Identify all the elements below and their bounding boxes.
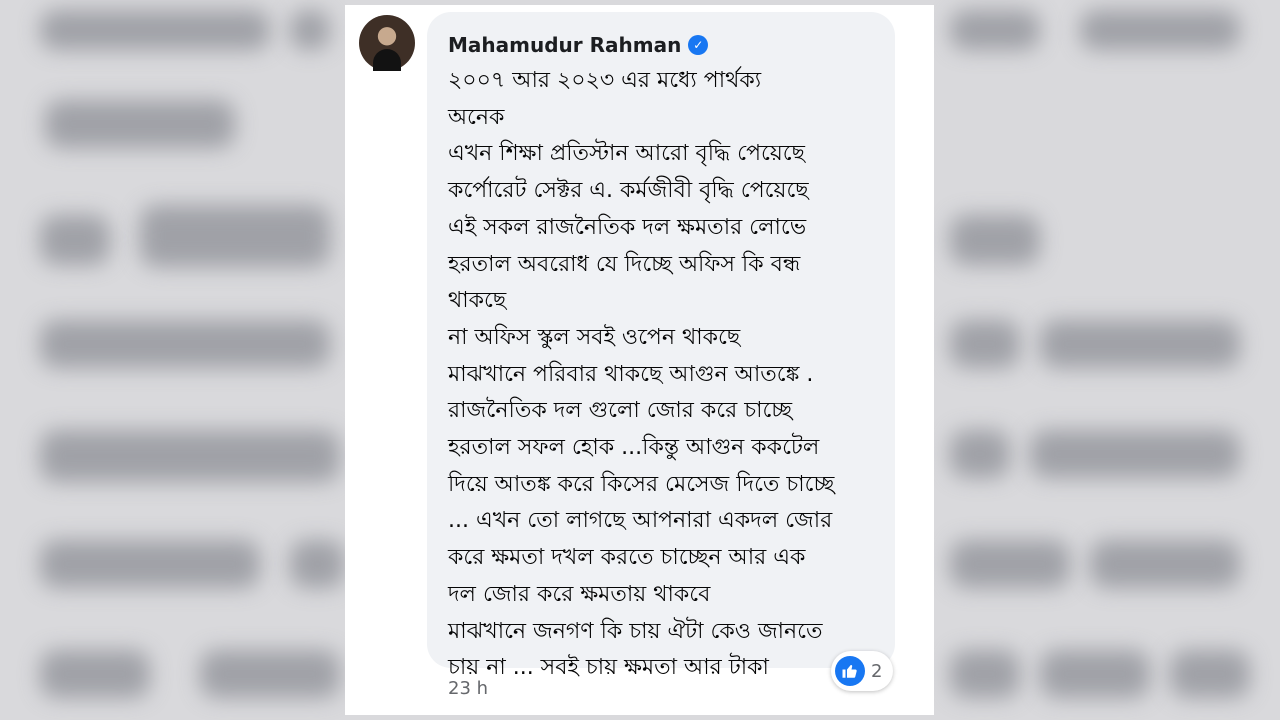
comment-line: রাজনৈতিক দল গুলো জোর করে চাচ্ছে [448,398,793,424]
comment-line: মাঝখানে পরিবার থাকছে আগুন আতঙ্কে . [448,361,814,387]
reaction-summary[interactable]: 2 [831,651,893,691]
comment-line: ২০০৭ আর ২০২৩ এর মধ্যে পার্থক্য [448,68,762,93]
comment-line: হরতাল অবরোধ যে দিচ্ছে অফিস কি বন্ধ [448,251,801,277]
comment-text: ২০০৭ আর ২০২৩ এর মধ্যে পার্থক্য অনেক এখন … [448,63,878,687]
comment-line: মাঝখানে জনগণ কি চায় ঐটা কেও জানতে [448,618,823,644]
comment-line: দল জোর করে ক্ষমতায় থাকবে [448,581,711,607]
comment-line: না অফিস স্কুল সবই ওপেন থাকছে [448,324,741,350]
verified-badge-icon: ✓ [688,35,709,55]
comment-line: এই সকল রাজনৈতিক দল ক্ষমতার লোভে [448,214,807,240]
comment-author: Mahamudur Rahman ✓ [448,33,709,57]
comment-line: অনেক [448,104,505,130]
avatar[interactable] [359,15,415,71]
comment-line: চায় না ... সবই চায় ক্ষমতা আর টাকা [448,655,769,681]
comment-screenshot: Mahamudur Rahman ✓ ২০০৭ আর ২০২৩ এর মধ্যে… [345,5,934,715]
comment-line: থাকছে [448,288,507,314]
comment-bubble: Mahamudur Rahman ✓ ২০০৭ আর ২০২৩ এর মধ্যে… [427,12,895,680]
comment-line: দিয়ে আতঙ্ক করে কিসের মেসেজ দিতে চাচ্ছে [448,471,835,497]
reaction-count: 2 [871,660,883,682]
comment-line: কর্পোরেট সেক্টর এ. কর্মজীবী বৃদ্ধি পেয়ে… [448,178,809,204]
comment-timestamp[interactable]: 23 h [448,678,488,699]
comment-line: এখন শিক্ষা প্রতিস্টান আরো বৃদ্ধি পেয়েছে [448,141,805,167]
comment-line: হরতাল সফল হোক ...কিন্তু আগুন ককটেল [448,435,820,461]
comment-line: ... এখন তো লাগছে আপনারা একদল জোর [448,508,833,534]
like-icon [835,656,865,686]
author-name[interactable]: Mahamudur Rahman [448,33,681,57]
comment-line: করে ক্ষমতা দখল করতে চাচ্ছেন আর এক [448,545,806,571]
